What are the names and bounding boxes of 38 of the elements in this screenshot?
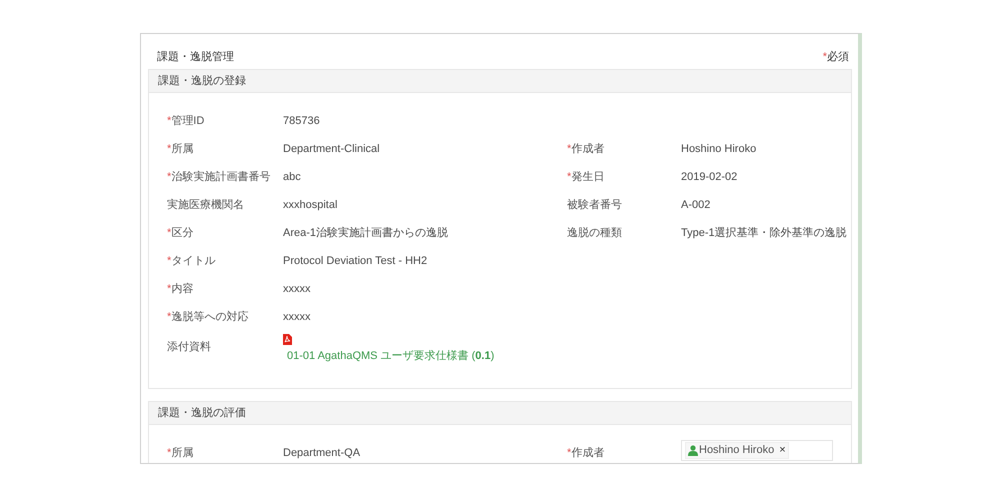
field-label: *作成者	[567, 447, 604, 459]
field-label: *内容	[167, 283, 194, 295]
attachment-link[interactable]: 01-01 AgathaQMS ユーザ要求仕様書 (0.1)	[283, 348, 567, 364]
user-name: Hoshino Hiroko	[699, 443, 774, 458]
field-label: *逸脱等への対応	[167, 311, 248, 323]
section-title: 課題・逸脱の評価	[158, 406, 246, 421]
field-label: *治験実施計画書番号	[167, 171, 270, 183]
page-title: 課題・逸脱管理	[157, 50, 234, 66]
field-label: 被験者番号	[567, 199, 622, 211]
field-label: 逸脱の種類	[567, 227, 622, 239]
field-value: Department-QA	[283, 447, 360, 459]
field-value: xxxxx	[283, 283, 310, 295]
field-value: Protocol Deviation Test - HH2	[283, 255, 428, 267]
field-value: A-002	[681, 199, 710, 211]
field-value: Type-1選択基準・除外基準の逸脱	[681, 227, 847, 239]
section-title: 課題・逸脱の登録	[158, 74, 246, 89]
field-label: 添付資料	[167, 341, 211, 353]
pdf-file-icon	[283, 334, 292, 345]
field-label: *タイトル	[167, 255, 216, 267]
remove-button[interactable]: ×	[779, 445, 786, 456]
field-label: *管理ID	[167, 115, 204, 127]
required-legend: *必須	[822, 49, 849, 66]
field-value: abc	[283, 171, 301, 183]
field-value: Department-Clinical	[283, 143, 380, 155]
field-value: Area-1治験実施計画書からの逸脱	[283, 227, 448, 239]
field-value: 785736	[283, 115, 320, 127]
field-label: *区分	[167, 227, 194, 239]
field-label: *発生日	[567, 171, 604, 183]
field-value: Hoshino Hiroko	[681, 143, 756, 155]
field-value: xxxhospital	[283, 199, 338, 211]
field-label: *作成者	[567, 143, 604, 155]
field-label: *所属	[167, 143, 194, 155]
field-value: xxxxx	[283, 311, 310, 323]
field-value: 2019-02-02	[681, 171, 738, 183]
field-label: *所属	[167, 447, 194, 459]
user-select-field[interactable]: Hoshino Hiroko ×	[681, 440, 833, 461]
field-label: 実施医療機関名	[167, 199, 244, 211]
user-icon	[688, 445, 698, 456]
